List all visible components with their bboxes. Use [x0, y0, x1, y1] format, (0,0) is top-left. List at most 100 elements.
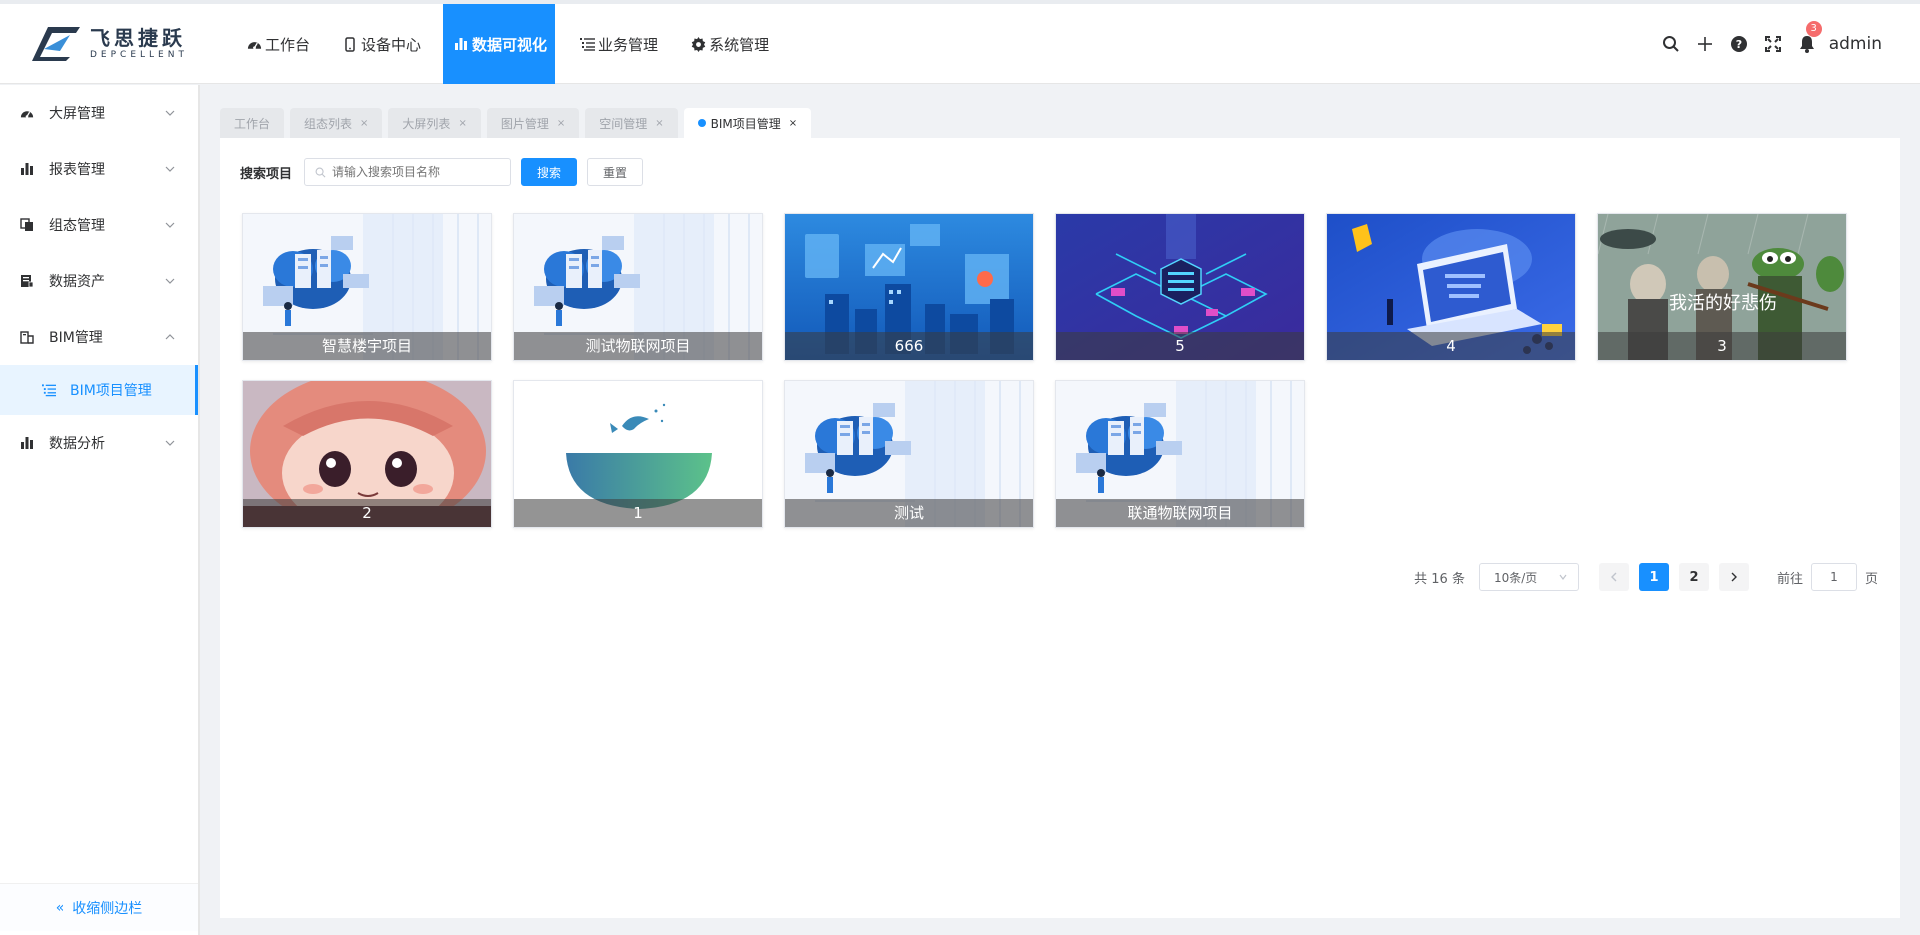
sidebar-item-2[interactable]: 组态管理 [0, 197, 198, 253]
header-actions: ? 3 admin [1647, 4, 1882, 84]
project-card[interactable]: 测试物联网项目 [513, 213, 763, 361]
close-icon[interactable]: × [557, 118, 565, 129]
notification-badge: 3 [1805, 21, 1822, 37]
bar-chart-icon [20, 162, 34, 176]
goto-page-input[interactable] [1810, 563, 1857, 591]
tab-label: 工作台 [234, 116, 271, 131]
collapse-sidebar-button[interactable]: « 收缩侧边栏 [0, 883, 198, 931]
prev-page-button[interactable] [1598, 563, 1629, 591]
chevron-left-icon [1610, 572, 1617, 582]
tab-5[interactable]: BIM项目管理 × [683, 108, 812, 138]
search-button[interactable]: 搜索 [521, 158, 578, 186]
chevron-right-icon [1731, 572, 1737, 582]
project-card[interactable]: 1 [513, 380, 763, 528]
logo-title: 飞思捷跃 [90, 26, 186, 50]
sidebar-item-3[interactable]: 数据资产 [0, 253, 198, 309]
close-icon[interactable]: × [655, 118, 663, 129]
project-name: 测试 [785, 499, 1033, 527]
topnav-item-2[interactable]: 数据可视化 [443, 4, 556, 84]
page-button[interactable]: 2 [1678, 563, 1709, 591]
app-header: 飞思捷跃 DEPCELLENT 工作台 设备中心 数据可视化 业务管理 系统管理 ? 3… [0, 4, 1920, 84]
tab-4[interactable]: 空间管理 × [585, 108, 678, 138]
bar-chart-icon [20, 436, 34, 450]
goto-suffix: 页 [1864, 571, 1878, 587]
project-card[interactable]: 我活的好悲伤 3 [1597, 213, 1847, 361]
topnav-label: 业务管理 [598, 35, 659, 54]
page-size-select[interactable]: 10条/页 [1478, 563, 1579, 591]
sidebar-item-label: BIM管理 [49, 330, 103, 346]
double-chevron-left-icon: « [55, 899, 65, 916]
sidebar-subitem-label: BIM项目管理 [70, 383, 152, 399]
close-icon[interactable]: × [360, 118, 368, 129]
tabs-bar: 工作台 组态列表 × 大屏列表 × 图片管理 × 空间管理 × BIM项目管理 × [220, 108, 817, 138]
project-card[interactable]: 智慧楼宇项目 [242, 213, 492, 361]
project-card[interactable]: 联通物联网项目 [1055, 380, 1305, 528]
project-name: 4 [1327, 332, 1575, 360]
close-icon[interactable]: × [458, 118, 466, 129]
sidebar-item-label: 组态管理 [49, 218, 105, 234]
sidebar-item-5[interactable]: 数据分析 [0, 415, 198, 471]
project-name: 测试物联网项目 [514, 332, 762, 360]
project-card[interactable]: 666 [784, 213, 1034, 361]
fullscreen-icon[interactable] [1763, 34, 1783, 54]
topnav-item-3[interactable]: 业务管理 [569, 4, 666, 84]
sidebar-item-label: 大屏管理 [49, 106, 105, 122]
tab-2[interactable]: 大屏列表 × [388, 108, 481, 138]
search-field[interactable] [304, 158, 512, 186]
sidebar-subitem-bim-project[interactable]: BIM项目管理 [0, 365, 198, 415]
user-name[interactable]: admin [1829, 34, 1882, 54]
topnav-label: 系统管理 [709, 35, 770, 54]
svg-text:?: ? [1736, 38, 1742, 51]
plus-icon[interactable] [1695, 34, 1715, 54]
search-icon[interactable] [1661, 34, 1681, 54]
topnav-label: 设备中心 [361, 35, 422, 54]
sidebar: 大屏管理报表管理组态管理数据资产 BIM管理 BIM项目管理数据分析 « 收缩侧边栏 [0, 85, 200, 935]
sidebar-item-0[interactable]: 大屏管理 [0, 85, 198, 141]
topnav-label: 数据可视化 [472, 35, 548, 54]
copy-icon [20, 218, 34, 232]
project-name: 5 [1056, 332, 1304, 360]
project-name: 智慧楼宇项目 [243, 332, 491, 360]
chevron-down-icon [164, 437, 176, 449]
project-card[interactable]: 4 [1326, 213, 1576, 361]
top-nav: 工作台 设备中心 数据可视化 业务管理 系统管理 [236, 4, 791, 84]
tab-label: BIM项目管理 [710, 116, 781, 131]
sidebar-item-label: 数据分析 [49, 436, 105, 452]
tab-1[interactable]: 组态列表 × [290, 108, 383, 138]
tab-0[interactable]: 工作台 [220, 108, 285, 138]
phone-icon [342, 36, 358, 52]
reset-button[interactable]: 重置 [587, 158, 644, 186]
page-button[interactable]: 1 [1638, 563, 1669, 591]
logo[interactable]: 飞思捷跃 DEPCELLENT [30, 24, 188, 64]
list-icon [579, 36, 595, 52]
topnav-item-1[interactable]: 设备中心 [332, 4, 429, 84]
search-input[interactable] [332, 165, 503, 179]
sidebar-item-1[interactable]: 报表管理 [0, 141, 198, 197]
project-card[interactable]: 2 [242, 380, 492, 528]
topnav-label: 工作台 [265, 35, 311, 54]
tab-3[interactable]: 图片管理 × [486, 108, 580, 138]
project-name: 2 [243, 499, 491, 527]
topnav-item-0[interactable]: 工作台 [236, 4, 318, 84]
bar-chart-icon [453, 36, 469, 52]
goto-page: 前往 页 [1777, 563, 1878, 591]
tab-label: 空间管理 [599, 116, 648, 131]
topnav-item-4[interactable]: 系统管理 [680, 4, 777, 84]
collapse-label: 收缩侧边栏 [72, 900, 143, 917]
next-page-button[interactable] [1718, 563, 1749, 591]
database-icon [20, 274, 34, 288]
pagination: 共 16 条 10条/页 1 2 前往 页 [1414, 563, 1878, 591]
help-icon[interactable]: ? [1729, 34, 1749, 54]
gear-icon [690, 36, 706, 52]
sidebar-item-4[interactable]: BIM管理 [0, 309, 198, 365]
project-card[interactable]: 5 [1055, 213, 1305, 361]
page-size-value: 10条/页 [1493, 570, 1538, 585]
project-card[interactable]: 测试 [784, 380, 1034, 528]
search-row: 搜索项目 搜索 重置 [240, 158, 653, 186]
close-icon[interactable]: × [789, 118, 797, 129]
tab-label: 大屏列表 [402, 116, 451, 131]
project-name: 1 [514, 499, 762, 527]
bell-icon[interactable]: 3 [1797, 21, 1822, 54]
meme-caption: 我活的好悲伤 [1669, 293, 1777, 314]
project-name: 3 [1598, 332, 1846, 360]
